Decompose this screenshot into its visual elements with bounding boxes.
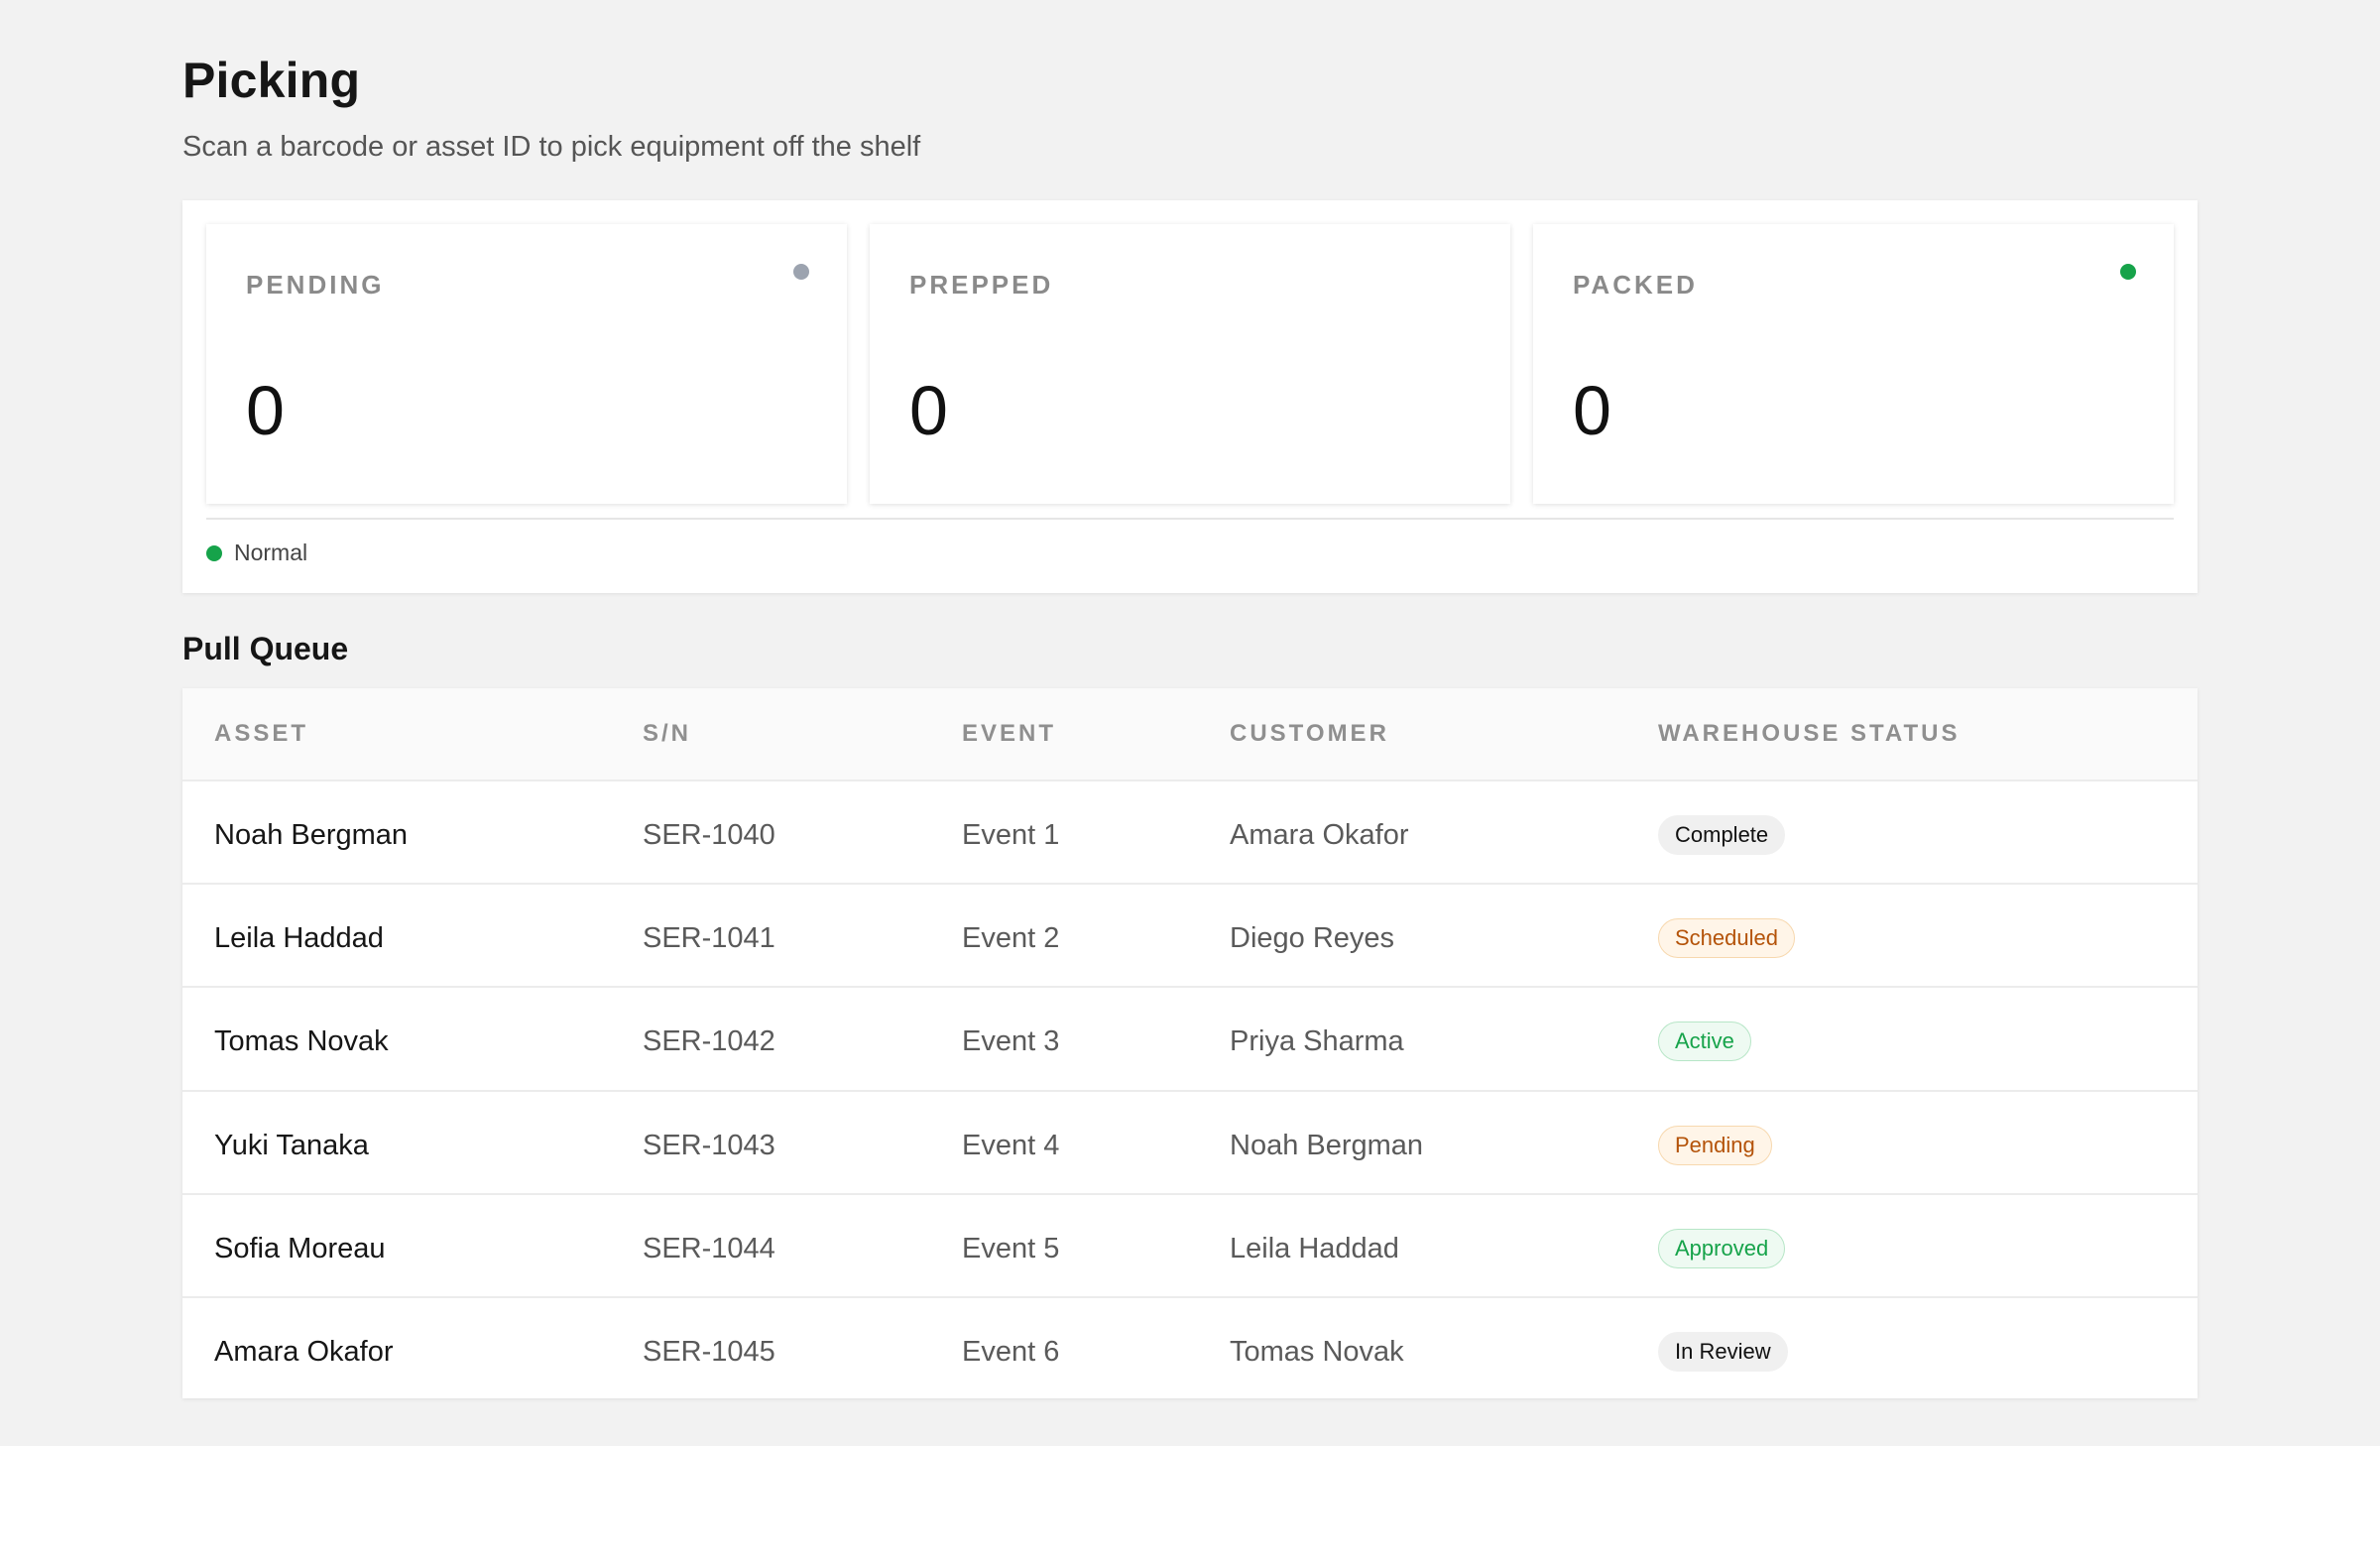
stat-value: 0	[1573, 372, 1611, 449]
cell-event: Event 3	[962, 1025, 1060, 1057]
stats-panel: PENDING 0 PREPPED 0 PACKED 0 Normal	[182, 200, 2198, 593]
stat-label: PREPPED	[909, 270, 1054, 300]
cell-serial-number: SER-1043	[643, 1130, 775, 1161]
stat-label: PACKED	[1573, 270, 1698, 300]
cell-serial-number: SER-1044	[643, 1233, 775, 1264]
page-subtitle: Scan a barcode or asset ID to pick equip…	[182, 131, 921, 163]
cell-customer: Noah Bergman	[1230, 1130, 1424, 1161]
column-header-asset: ASSET	[214, 720, 309, 747]
cell-event: Event 4	[962, 1130, 1060, 1161]
page-title: Picking	[182, 53, 361, 108]
table-row[interactable]: Leila Haddad SER-1041 Event 2 Diego Reyes Sc…	[182, 883, 2198, 986]
stat-card-prepped: PREPPED 0	[870, 224, 1510, 504]
cell-serial-number: SER-1041	[643, 922, 775, 954]
stat-card-pending: PENDING 0	[206, 224, 847, 504]
status-badge: Scheduled	[1658, 918, 1795, 958]
status-legend: Normal	[206, 540, 307, 566]
legend-label: Normal	[234, 540, 308, 565]
stat-value: 0	[246, 372, 285, 449]
cell-asset: Leila Haddad	[214, 922, 384, 954]
status-badge: Approved	[1658, 1229, 1786, 1268]
cell-event: Event 2	[962, 922, 1060, 954]
table-row[interactable]: Tomas Novak SER-1042 Event 3 Priya Sharma Ac…	[182, 986, 2198, 1089]
table-header: ASSET S/N EVENT CUSTOMER WAREHOUSE STATU…	[182, 688, 2198, 780]
table-row[interactable]: Amara Okafor SER-1045 Event 6 Tomas Novak In…	[182, 1296, 2198, 1398]
cell-event: Event 1	[962, 819, 1060, 851]
stat-value: 0	[909, 372, 948, 449]
table-row[interactable]: Yuki Tanaka SER-1043 Event 4 Noah Bergman Pe…	[182, 1090, 2198, 1193]
cell-customer: Diego Reyes	[1230, 922, 1395, 954]
status-badge: Active	[1658, 1022, 1751, 1061]
status-badge: Complete	[1658, 815, 1786, 855]
column-header-sn: S/N	[643, 720, 692, 747]
cell-asset: Tomas Novak	[214, 1025, 389, 1057]
pull-queue-table: ASSET S/N EVENT CUSTOMER WAREHOUSE STATU…	[182, 688, 2198, 1398]
page-background: Picking Scan a barcode or asset ID to pi…	[0, 0, 2380, 1446]
cell-serial-number: SER-1045	[643, 1336, 775, 1368]
cell-asset: Sofia Moreau	[214, 1233, 386, 1264]
cell-customer: Tomas Novak	[1230, 1336, 1404, 1368]
status-dot-icon	[793, 264, 809, 280]
column-header-customer: CUSTOMER	[1230, 720, 1389, 747]
cell-event: Event 6	[962, 1336, 1060, 1368]
table-row[interactable]: Noah Bergman SER-1040 Event 1 Amara Okafor C…	[182, 780, 2198, 883]
cell-customer: Leila Haddad	[1230, 1233, 1399, 1264]
cell-serial-number: SER-1040	[643, 819, 775, 851]
status-dot-icon	[2120, 264, 2136, 280]
column-header-event: EVENT	[962, 720, 1057, 747]
stat-label: PENDING	[246, 270, 385, 300]
cell-asset: Amara Okafor	[214, 1336, 394, 1368]
cell-asset: Noah Bergman	[214, 819, 409, 851]
cell-asset: Yuki Tanaka	[214, 1130, 369, 1161]
cell-serial-number: SER-1042	[643, 1025, 775, 1057]
section-title: Pull Queue	[182, 631, 349, 666]
status-badge: In Review	[1658, 1332, 1788, 1372]
cell-event: Event 5	[962, 1233, 1060, 1264]
legend-dot-icon	[206, 544, 222, 561]
column-header-warehouse-status: WAREHOUSE STATUS	[1658, 720, 1961, 747]
status-badge: Pending	[1658, 1126, 1772, 1165]
table-row[interactable]: Sofia Moreau SER-1044 Event 5 Leila Haddad A…	[182, 1193, 2198, 1296]
cell-customer: Priya Sharma	[1230, 1025, 1404, 1057]
cell-customer: Amara Okafor	[1230, 819, 1409, 851]
stat-card-packed: PACKED 0	[1533, 224, 2174, 504]
divider	[206, 518, 2174, 520]
